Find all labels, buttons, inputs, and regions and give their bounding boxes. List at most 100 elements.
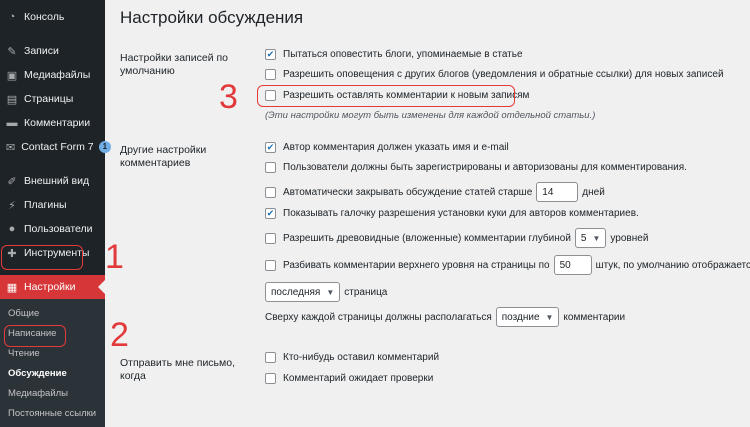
dashboard-icon: ◔	[8, 11, 16, 23]
checkbox[interactable]	[265, 186, 276, 198]
checkbox[interactable]	[265, 373, 276, 384]
option-label: Кто-нибудь оставил комментарий	[283, 352, 440, 363]
sidebar-item-pages[interactable]: ▤ Страницы	[0, 87, 105, 111]
option-allow-comments[interactable]: Разрешить оставлять комментарии к новым …	[265, 90, 529, 101]
sidebar-item-label: Contact Form 7	[21, 141, 94, 153]
submenu-item-discussion[interactable]: Обсуждение	[0, 363, 105, 383]
comment-order-row: Сверху каждой страницы должны располагат…	[265, 307, 625, 327]
option-label: Разбивать комментарии верхнего уровня на…	[283, 259, 550, 271]
select-value: 5	[580, 232, 587, 244]
option-label: Комментарий ожидает проверки	[283, 373, 434, 384]
select-value: поздние	[501, 311, 540, 323]
checkbox[interactable]	[265, 259, 276, 271]
plugins-icon: ⚡	[8, 199, 16, 212]
annotation-step-1: 1	[105, 238, 124, 276]
option-close-comments[interactable]: Автоматически закрывать обсуждение стате…	[265, 182, 605, 202]
checkbox[interactable]	[265, 90, 276, 101]
option-threaded-comments[interactable]: Разрешить древовидные (вложенные) коммен…	[265, 228, 648, 248]
close-days-input[interactable]: 14	[536, 182, 579, 202]
option-email-moderation[interactable]: Комментарий ожидает проверки	[265, 373, 433, 384]
sidebar-item-label: Инструменты	[24, 247, 90, 259]
checkbox-checked[interactable]: ✔	[265, 208, 276, 219]
sidebar-item-users[interactable]: ● Пользователи	[0, 217, 105, 241]
sidebar-item-label: Внешний вид	[24, 175, 90, 187]
section-label-defaults: Настройки записей по умолчанию	[120, 52, 229, 77]
thread-depth-select[interactable]: 5 ▼	[574, 228, 607, 248]
option-label: Показывать галочку разрешения установки …	[283, 208, 639, 219]
media-icon: ▣	[6, 69, 18, 82]
sidebar-item-label: Плагины	[24, 199, 67, 211]
checkbox[interactable]	[265, 69, 276, 80]
submenu-item-media[interactable]: Медиафайлы	[0, 383, 105, 403]
option-label: Разрешить древовидные (вложенные) коммен…	[283, 232, 571, 244]
pages-icon: ▤	[6, 93, 18, 106]
default-page-row: последняя ▼ страница	[265, 282, 387, 302]
section-label-email-me: Отправить мне письмо, когда	[120, 357, 236, 382]
sidebar-item-tools[interactable]: ✚ Инструменты	[0, 241, 105, 265]
option-allow-pingbacks[interactable]: Разрешить оповещения с других блогов (ув…	[265, 69, 724, 80]
option-label-suffix: страница	[344, 286, 388, 298]
sidebar-item-label: Консоль	[24, 11, 65, 23]
chevron-down-icon: ▼	[592, 233, 601, 243]
sidebar-item-label: Медиафайлы	[24, 69, 91, 81]
submenu-item-permalinks[interactable]: Постоянные ссылки	[0, 403, 105, 423]
annotation-step-2: 2	[110, 316, 129, 354]
brush-icon: ✐	[7, 175, 17, 188]
sidebar-item-dashboard[interactable]: ◔ Консоль	[0, 5, 105, 29]
sidebar-item-label: Записи	[24, 45, 59, 57]
option-email-new-comment[interactable]: Кто-нибудь оставил комментарий	[265, 352, 439, 363]
tools-icon: ✚	[7, 247, 17, 260]
option-label-suffix: уровней	[610, 232, 649, 244]
option-label: Пытаться оповестить блоги, упоминаемые в…	[283, 49, 523, 60]
annotation-step-3: 3	[219, 78, 238, 116]
option-paged-comments[interactable]: Разбивать комментарии верхнего уровня на…	[265, 255, 750, 275]
settings-submenu: Общие Написание Чтение Обсуждение Медиаф…	[0, 299, 105, 427]
comments-per-page-input[interactable]: 50	[553, 255, 592, 275]
checkbox[interactable]	[265, 352, 276, 363]
submenu-item-reading[interactable]: Чтение	[0, 343, 105, 363]
checkbox[interactable]	[265, 232, 276, 244]
users-icon: ●	[8, 223, 16, 235]
option-label: Сверху каждой страницы должны располагат…	[265, 311, 492, 323]
option-label-suffix: комментарии	[563, 311, 626, 323]
pin-icon: ✎	[7, 45, 17, 58]
chevron-down-icon: ▼	[545, 312, 554, 322]
option-require-name-email[interactable]: ✔ Автор комментария должен указать имя и …	[265, 142, 509, 153]
sidebar-item-label: Страницы	[24, 93, 74, 105]
option-label-suffix: дней	[582, 186, 605, 198]
option-notify-blogs[interactable]: ✔ Пытаться оповестить блоги, упоминаемые …	[265, 49, 523, 60]
submenu-item-writing[interactable]: Написание	[0, 323, 105, 343]
option-label: Разрешить оповещения с других блогов (ув…	[283, 69, 724, 80]
sidebar-item-label: Настройки	[24, 281, 76, 293]
checkbox-checked[interactable]: ✔	[265, 142, 276, 153]
sidebar-item-contact-form[interactable]: ✉ Contact Form 71	[0, 135, 112, 159]
sidebar-item-settings[interactable]: ▦ Настройки	[0, 275, 105, 299]
option-label: Разрешить оставлять комментарии к новым …	[283, 90, 530, 101]
section-label-other: Другие настройки комментариев	[120, 144, 207, 169]
chevron-down-icon: ▼	[326, 287, 335, 297]
settings-note: (Эти настройки могут быть изменены для к…	[265, 110, 596, 121]
default-page-select[interactable]: последняя ▼	[265, 282, 341, 302]
sidebar-item-media[interactable]: ▣ Медиафайлы	[0, 63, 105, 87]
sidebar-item-label: Комментарии	[24, 117, 91, 129]
checkbox[interactable]	[265, 162, 276, 173]
option-label: Пользователи должны быть зарегистрирован…	[283, 162, 687, 173]
mail-icon: ✉	[6, 141, 16, 154]
sidebar-item-posts[interactable]: ✎ Записи	[0, 39, 105, 63]
admin-sidebar: ◔ Консоль ✎ Записи ▣ Медиафайлы ▤ Страницы ▬…	[0, 0, 112, 427]
sidebar-item-comments[interactable]: ▬ Комментарии	[0, 111, 105, 135]
submenu-item-general[interactable]: Общие	[0, 303, 105, 323]
checkbox-checked[interactable]: ✔	[265, 49, 276, 60]
page-title: Настройки обсуждения	[120, 8, 304, 27]
main-content: Настройки обсуждения Настройки записей п…	[105, 0, 750, 384]
sidebar-item-plugins[interactable]: ⚡ Плагины	[0, 193, 105, 217]
comment-order-select[interactable]: поздние ▼	[495, 307, 560, 327]
option-cookies-optin[interactable]: ✔ Показывать галочку разрешения установки…	[265, 208, 639, 219]
sidebar-item-appearance[interactable]: ✐ Внешний вид	[0, 169, 105, 193]
option-label: Автоматически закрывать обсуждение стате…	[283, 186, 533, 198]
option-label-suffix: штук, по умолчанию отображается	[595, 259, 750, 271]
settings-icon: ▦	[6, 281, 18, 294]
sidebar-item-label: Пользователи	[24, 223, 93, 235]
comments-icon: ▬	[6, 117, 18, 129]
option-require-registration[interactable]: Пользователи должны быть зарегистрирован…	[265, 162, 687, 173]
